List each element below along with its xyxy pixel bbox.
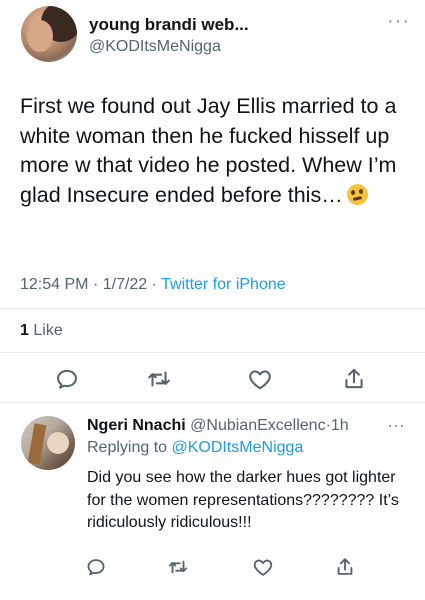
- like-count-label: Like: [33, 322, 63, 339]
- tweet-action-bar: [0, 366, 425, 394]
- tweet-time[interactable]: 12:54 PM: [20, 276, 88, 293]
- reply-action-bar: [0, 556, 425, 580]
- reply-share-icon[interactable]: [334, 556, 356, 578]
- reply-like-icon[interactable]: [252, 556, 274, 578]
- tweet-text: First we found out Jay Ellis married to …: [20, 92, 415, 210]
- divider: [0, 308, 425, 309]
- author-display-name[interactable]: young brandi web...: [89, 15, 249, 35]
- tweet-text-body: First we found out Jay Ellis married to …: [20, 94, 397, 207]
- woozy-face-emoji-icon: [346, 183, 368, 205]
- replying-to-label: Replying to: [87, 439, 168, 456]
- more-options-icon[interactable]: ···: [387, 10, 410, 33]
- reply-retweet-icon[interactable]: [167, 556, 189, 578]
- reply-time[interactable]: 1h: [331, 417, 349, 434]
- retweet-icon[interactable]: [146, 366, 172, 392]
- reply-icon[interactable]: [54, 366, 80, 392]
- like-icon[interactable]: [247, 366, 273, 392]
- reply-header: Ngeri Nnachi @NubianExcellenc·1h: [87, 417, 349, 435]
- reply-reply-icon[interactable]: [85, 556, 107, 578]
- reply-text: Did you see how the darker hues got ligh…: [87, 469, 399, 531]
- tweet-meta: 12:54 PM · 1/7/22 · Twitter for iPhone: [20, 276, 286, 294]
- main-tweet: young brandi web... @KODItsMeNigga ··· F…: [0, 0, 425, 402]
- reply-author-handle[interactable]: @NubianExcellenc: [190, 417, 325, 434]
- reply-more-options-icon[interactable]: ···: [387, 415, 405, 436]
- meta-separator: ·: [151, 276, 157, 293]
- tweet-date[interactable]: 1/7/22: [103, 276, 147, 293]
- author-avatar[interactable]: [21, 6, 77, 62]
- share-icon[interactable]: [341, 366, 367, 392]
- reply-author-display-name[interactable]: Ngeri Nnachi: [87, 417, 186, 434]
- replying-to: Replying to @KODItsMeNigga: [87, 439, 303, 457]
- meta-separator: ·: [92, 276, 99, 293]
- like-count-row[interactable]: 1 Like: [20, 322, 63, 340]
- like-count: 1: [20, 322, 29, 339]
- reply-author-avatar[interactable]: [21, 416, 75, 470]
- replying-to-mention[interactable]: @KODItsMeNigga: [172, 439, 304, 456]
- author-handle[interactable]: @KODItsMeNigga: [89, 38, 221, 56]
- tweet-source[interactable]: Twitter for iPhone: [161, 276, 286, 293]
- divider: [0, 352, 425, 353]
